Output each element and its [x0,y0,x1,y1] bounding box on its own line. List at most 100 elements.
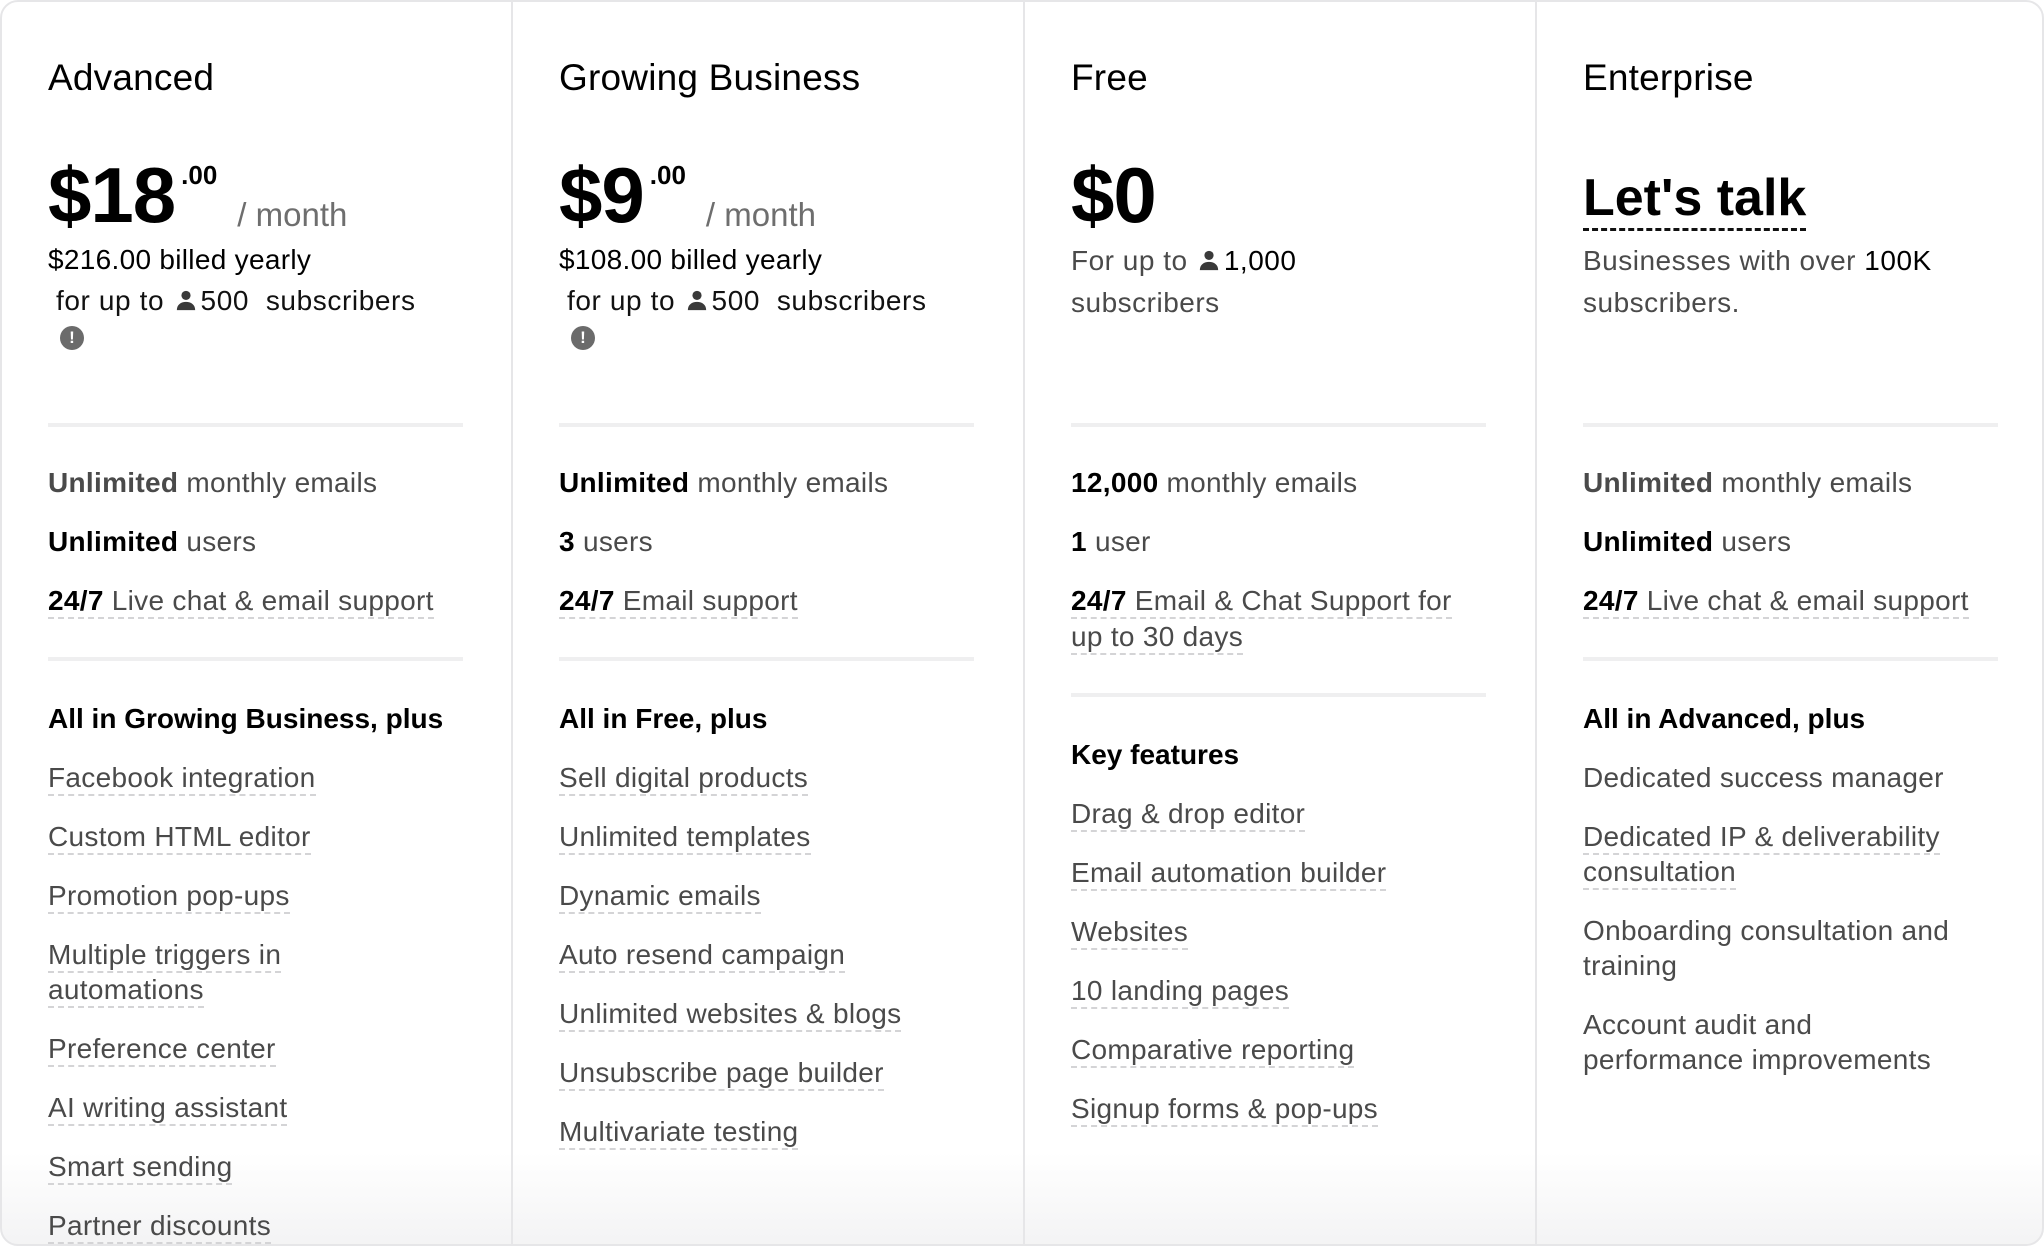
spec-value: Unlimited [1583,467,1714,498]
subscriber-suffix: subscribers [265,285,416,316]
subscriber-limit: for up to 500 subscribers [48,280,463,322]
feature-item[interactable]: Preference center [48,1031,463,1067]
description-suffix: subscribers. [1583,287,1740,318]
price: $0 [1071,154,1486,236]
feature-item[interactable]: Smart sending [48,1149,463,1185]
spec-support[interactable]: 24/7 Email support [559,583,974,619]
subscriber-count: 1,000 [1223,245,1297,276]
subscriber-prefix: for up to [56,285,165,316]
price: $9 .00 / month [559,154,974,236]
spec-support[interactable]: 24/7 Live chat & email support [48,583,463,619]
spec-label: users [1713,526,1792,557]
plan-description: Businesses with over 100K subscribers. [1583,240,1998,324]
info-icon[interactable]: ! [60,326,84,350]
price-period: / month [237,196,348,233]
feature-item: Dedicated success manager [1583,762,1944,793]
feature-item[interactable]: Multivariate testing [559,1114,974,1150]
subscriber-count: 100K [1864,245,1932,276]
feature-item[interactable]: Promotion pop-ups [48,878,463,914]
plan-name: Free [1071,57,1148,98]
feature-item[interactable]: 10 landing pages [1071,973,1486,1009]
pricing-table: Advanced $18 .00 / month $216.00 billed … [0,0,2044,1246]
plan-name: Advanced [48,57,215,98]
spec-label: monthly emails [1713,467,1913,498]
plan-name: Growing Business [559,57,861,98]
description-prefix: Businesses with over [1583,245,1857,276]
price-period: / month [705,196,816,233]
feature-section: All in Advanced, plus Dedicated success … [1583,661,1998,1077]
spec-users: 1 user [1071,524,1486,560]
spec-label: user [1086,526,1151,557]
divider [1071,423,1486,427]
feature-item[interactable]: Dedicated IP & deliverability consultati… [1583,819,1973,890]
spec-support[interactable]: 24/7 Email & Chat Support for up to 30 d… [1071,583,1476,655]
description-suffix: subscribers [1071,287,1220,318]
subscriber-count: 500 [200,285,250,316]
spec-value: Unlimited [48,467,179,498]
spec-label: Live chat & email support [103,585,434,616]
feature-item[interactable]: Drag & drop editor [1071,796,1486,832]
lets-talk-link[interactable]: Let's talk [1583,168,1807,231]
billed-yearly: $216.00 billed yearly [48,244,312,275]
subscriber-prefix: for up to [567,285,676,316]
person-icon [1199,250,1219,271]
plan-card-advanced: Advanced $18 .00 / month $216.00 billed … [2,2,513,1244]
spec-label: users [178,526,257,557]
spec-value: 24/7 [1583,585,1639,616]
feature-item[interactable]: Sell digital products [559,760,974,796]
spec-monthly-emails: Unlimited monthly emails [48,465,463,501]
section-title: All in Advanced, plus [1583,703,1866,734]
plan-specs: Unlimited monthly emails 3 users 24/7 Em… [559,427,974,661]
price-cents: .00 [649,160,686,190]
feature-item[interactable]: Unlimited templates [559,819,974,855]
spec-value: 12,000 [1071,467,1159,498]
person-icon [687,290,706,311]
feature-item[interactable]: Unsubscribe page builder [559,1055,974,1091]
feature-item[interactable]: Multiple triggers in automations [48,937,308,1008]
spec-value: Unlimited [559,467,690,498]
plan-card-growing-business: Growing Business $9 .00 / month $108.00 … [513,2,1025,1244]
divider [48,423,463,427]
feature-item[interactable]: Websites [1071,914,1486,950]
feature-item: Onboarding consultation and training [1583,915,1950,981]
spec-support[interactable]: 24/7 Live chat & email support [1583,583,1998,619]
spec-value: Unlimited [48,526,179,557]
price-amount: $0 [1071,151,1157,239]
feature-item[interactable]: Email automation builder [1071,855,1486,891]
feature-section: Key features Drag & drop editor Email au… [1071,697,1486,1127]
feature-item[interactable]: Signup forms & pop-ups [1071,1091,1486,1127]
spec-value: 1 [1071,526,1087,557]
spec-label: Live chat & email support [1638,585,1969,616]
feature-section: All in Growing Business, plus Facebook i… [48,661,463,1244]
spec-value: Unlimited [1583,526,1714,557]
feature-item[interactable]: Facebook integration [48,760,463,796]
feature-section: All in Free, plus Sell digital products … [559,661,974,1150]
spec-label: users [574,526,653,557]
subscriber-limit: for up to 500 subscribers [559,280,974,322]
price-cents: .00 [181,160,218,190]
spec-value: 24/7 [48,585,104,616]
spec-value: 24/7 [559,585,615,616]
spec-value: 3 [559,526,575,557]
info-icon[interactable]: ! [571,326,595,350]
spec-users: Unlimited users [1583,524,1998,560]
plan-card-free: Free $0 For up to 1,000 subscribers 12,0… [1025,2,1537,1244]
spec-label: monthly emails [178,467,378,498]
feature-item[interactable]: Comparative reporting [1071,1032,1486,1068]
plan-description: For up to 1,000 subscribers [1071,240,1486,324]
section-title: Key features [1071,739,1240,770]
feature-item[interactable]: Unlimited websites & blogs [559,996,974,1032]
plan-specs: 12,000 monthly emails 1 user 24/7 Email … [1071,427,1486,697]
feature-item[interactable]: AI writing assistant [48,1090,463,1126]
feature-item[interactable]: Dynamic emails [559,878,974,914]
plan-name: Enterprise [1583,57,1754,98]
person-icon [176,290,195,311]
feature-item[interactable]: Auto resend campaign [559,937,974,973]
spec-label: Email & Chat Support for up to 30 days [1071,585,1452,652]
section-title: All in Growing Business, plus [48,703,444,734]
feature-item[interactable]: Custom HTML editor [48,819,463,855]
feature-item[interactable]: Partner discounts [48,1208,463,1244]
divider [1583,423,1998,427]
feature-item: Account audit and performance improvemen… [1583,1009,1931,1075]
subscriber-count: 500 [711,285,761,316]
